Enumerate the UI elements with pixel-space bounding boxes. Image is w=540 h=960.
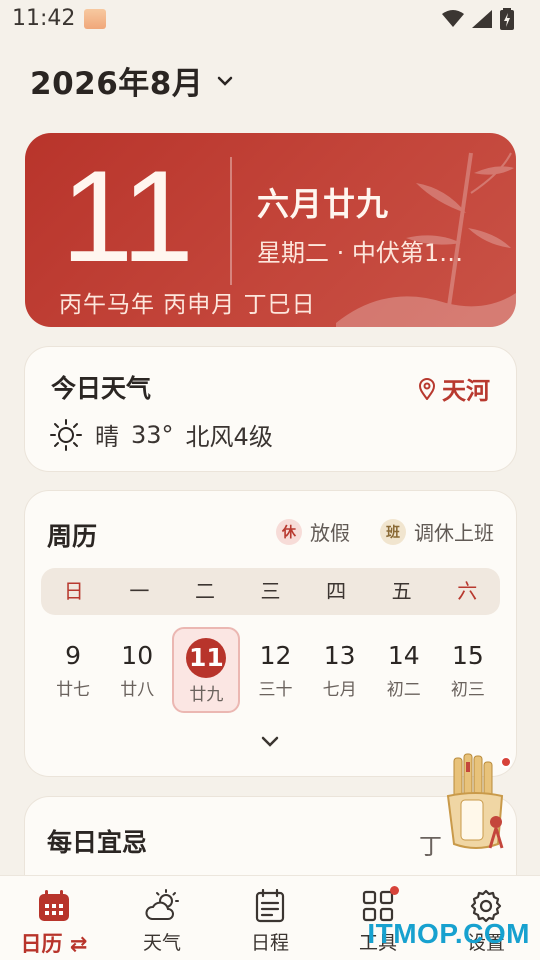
signal-icon	[472, 10, 492, 28]
wifi-icon	[442, 10, 464, 27]
status-indicators	[442, 8, 514, 30]
month-title: 2026年8月	[30, 66, 204, 102]
work-legend-label: 调休上班	[414, 521, 494, 545]
day-number: 9	[65, 641, 82, 670]
chevron-down-icon	[218, 76, 233, 86]
day-lunar: 七月	[322, 680, 357, 700]
month-selector[interactable]: 2026年8月	[30, 58, 233, 103]
nav-calendar-label: 日历 ⇄	[20, 932, 88, 956]
hero-lunar-date: 六月廿九	[257, 185, 390, 223]
weather-wind: 北风	[185, 423, 234, 451]
calendar-icon	[39, 890, 69, 921]
day-number: 10	[121, 641, 154, 670]
fortune-stick-widget[interactable]	[436, 752, 516, 854]
rest-badge: 休	[276, 518, 302, 545]
hero-day-number: 11	[61, 143, 194, 289]
day-number: 15	[452, 641, 484, 670]
day-lunar: 廿七	[56, 680, 91, 700]
weather-summary: 晴 33° 北风4级	[49, 417, 273, 452]
weather-condition: 晴	[95, 423, 119, 451]
week-calendar-title: 周历	[47, 522, 98, 551]
nav-schedule-label: 日程	[250, 932, 289, 954]
weather-sun-cloud-icon	[145, 889, 179, 920]
day-lunar: 廿九	[189, 685, 224, 705]
weather-temperature: 33°	[131, 420, 174, 449]
fortune-stick-icon	[446, 753, 512, 849]
weather-wind-level: 4级	[233, 423, 273, 451]
day-number: 12	[259, 641, 292, 670]
day-cell[interactable]: 12 三十	[243, 627, 307, 713]
weekday-sun: 日	[63, 579, 84, 603]
weather-card[interactable]: 今日天气 天河 晴 33° 北风4级	[25, 347, 516, 471]
day-cell[interactable]: 13 七月	[308, 627, 372, 713]
days-row: 9 廿七 10 廿八 11 廿九 12 三十 13 七月 14 初二 15 初三	[41, 627, 500, 713]
location-pin-icon	[418, 377, 436, 400]
week-calendar-card: 周历 休 放假 班 调休上班 日 一 二 三 四 五 六 9 廿七 10 廿八 …	[25, 491, 516, 776]
nav-schedule[interactable]: 日程	[216, 876, 324, 960]
day-number: 13	[323, 641, 356, 670]
yiji-title: 每日宜忌	[47, 828, 148, 857]
day-cell[interactable]: 14 初二	[372, 627, 436, 713]
weather-title: 今日天气	[51, 374, 152, 403]
schedule-icon	[255, 889, 285, 923]
app-notification-icon	[84, 9, 106, 29]
watermark-text: ITMOP.COM	[367, 918, 530, 949]
nav-calendar[interactable]: 日历 ⇄	[0, 876, 108, 960]
day-lunar: 三十	[258, 680, 293, 700]
day-lunar: 廿八	[120, 680, 155, 700]
weekday-sat: 六	[457, 579, 478, 603]
day-cell[interactable]: 9 廿七	[41, 627, 105, 713]
hero-ganzhi-line: 丙午马年 丙申月 丁巳日	[59, 292, 316, 318]
status-time: 11:42	[12, 6, 76, 31]
work-badge: 班	[380, 518, 406, 545]
weekday-thu: 四	[326, 579, 347, 603]
holiday-legend: 休 放假 班 调休上班	[276, 517, 494, 546]
hero-divider	[230, 157, 232, 285]
rest-legend-label: 放假	[310, 521, 350, 545]
sun-icon	[50, 418, 82, 451]
weekday-fri: 五	[391, 579, 412, 603]
bamboo-illustration	[336, 152, 516, 327]
day-number: 14	[387, 641, 420, 670]
weather-location-label: 天河	[442, 377, 490, 405]
notification-dot	[390, 886, 399, 895]
expand-chevron-icon[interactable]	[257, 734, 283, 750]
hero-weekday-line: 星期二 · 中伏第1…	[257, 239, 464, 267]
weekday-tue: 二	[194, 579, 215, 603]
day-cell-today[interactable]: 11 廿九	[172, 627, 241, 713]
day-lunar: 初三	[450, 680, 485, 700]
day-cell[interactable]: 10 廿八	[105, 627, 169, 713]
day-number-today: 11	[186, 638, 227, 678]
nav-weather[interactable]: 天气	[108, 876, 216, 960]
battery-icon	[500, 8, 514, 30]
weekday-header: 日 一 二 三 四 五 六	[41, 568, 500, 615]
status-bar: 11:42	[0, 0, 540, 40]
weather-location[interactable]: 天河	[418, 371, 490, 406]
nav-weather-label: 天气	[142, 932, 181, 954]
day-lunar: 初二	[386, 680, 421, 700]
weekday-wed: 三	[260, 579, 281, 603]
day-cell[interactable]: 15 初三	[436, 627, 500, 713]
today-hero-card[interactable]: 11 六月廿九 星期二 · 中伏第1… 丙午马年 丙申月 丁巳日	[25, 133, 516, 327]
weekday-mon: 一	[129, 579, 150, 603]
